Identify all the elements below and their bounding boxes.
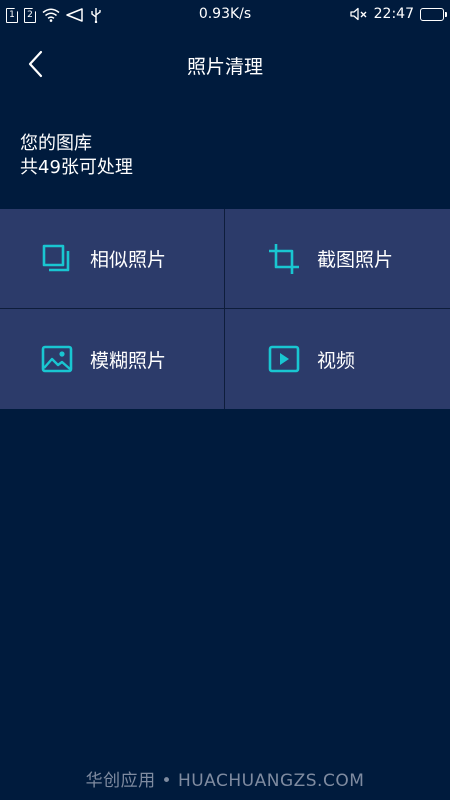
- blurry-photos-label: 模糊照片: [90, 349, 167, 372]
- videos-label: 视频: [317, 349, 356, 372]
- battery-icon: [420, 7, 447, 21]
- screenshots-label: 截图照片: [317, 249, 394, 271]
- similar-photos-tile[interactable]: 相似照片: [0, 209, 224, 308]
- page-title: 照片清理: [186, 56, 263, 78]
- image-icon: [40, 342, 74, 376]
- status-right: 22:47: [349, 6, 447, 22]
- screenshots-tile[interactable]: 截图照片: [225, 209, 450, 308]
- similar-photos-icon: [40, 242, 74, 276]
- clock: 22:47: [373, 6, 414, 22]
- gallery-summary: 您的图库 共49张可处理: [20, 132, 133, 180]
- status-bar: 1 2 0.93K/s 22:47: [0, 0, 450, 30]
- crop-icon: [267, 242, 301, 276]
- mute-icon: [349, 7, 367, 21]
- similar-photos-label: 相似照片: [90, 249, 167, 271]
- watermark: 华创应用 • HUACHUANGZS.COM: [85, 771, 365, 791]
- summary-line-2: 共49张可处理: [20, 157, 133, 178]
- category-grid: 相似照片 截图照片 模糊照片 视频: [0, 209, 450, 409]
- title-bar: 照片清理: [0, 40, 450, 88]
- video-play-icon: [267, 342, 301, 376]
- videos-tile[interactable]: 视频: [225, 309, 450, 409]
- blurry-photos-tile[interactable]: 模糊照片: [0, 309, 224, 409]
- summary-line-1: 您的图库: [20, 133, 92, 154]
